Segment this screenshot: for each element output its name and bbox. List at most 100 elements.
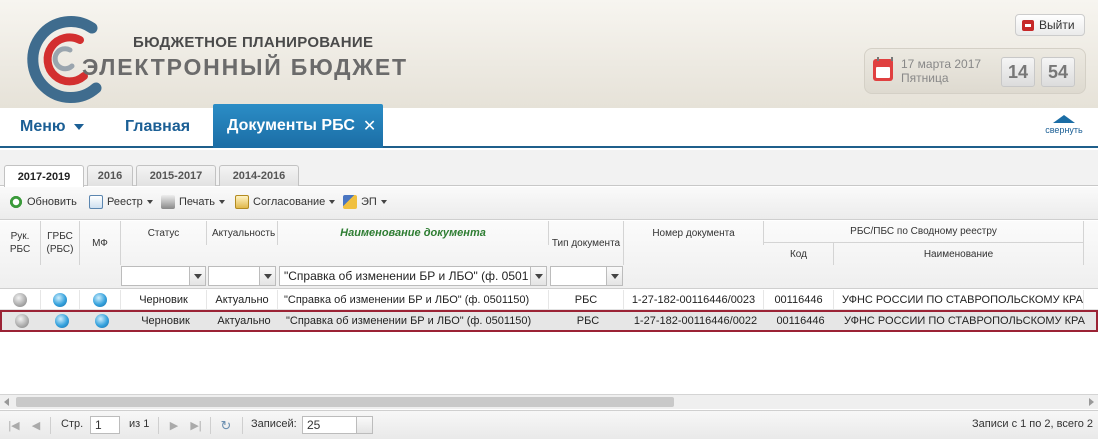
print-button[interactable]: Печать [161, 195, 226, 209]
page-input[interactable]: 1 [90, 416, 120, 434]
approval-label: Согласование [253, 196, 326, 208]
doc-type-filter[interactable] [550, 266, 623, 286]
status-dot-icon [13, 292, 27, 307]
first-page-icon[interactable]: |◀ [8, 420, 20, 432]
chevron-down-icon [146, 200, 153, 204]
page-count: из 1 [129, 418, 150, 430]
col-status[interactable]: Статус [121, 221, 207, 245]
records-label: Записей: [251, 418, 297, 430]
chevron-down-icon[interactable] [530, 267, 546, 285]
chevron-up-icon [1053, 115, 1075, 123]
col-doc-name[interactable]: Наименование документа [278, 221, 549, 245]
chevron-down-icon[interactable] [606, 267, 622, 285]
status-dot-icon [55, 314, 69, 328]
scroll-left-icon[interactable] [4, 398, 9, 406]
status-dot-icon [15, 314, 29, 328]
nav-home[interactable]: Главная [125, 118, 190, 136]
doc-name-filter[interactable]: "Справка об изменении БР и ЛБО" (ф. 0501 [279, 266, 547, 286]
col-group-rbs-pbs: РБС/ПБС по Сводному реестру [764, 221, 1084, 243]
horizontal-scrollbar[interactable] [0, 394, 1098, 409]
logout-button[interactable]: Выйти [1015, 14, 1085, 36]
cell-status: Черновик [121, 290, 207, 309]
approval-icon [235, 195, 249, 209]
registry-button[interactable]: Реестр [89, 195, 153, 209]
tab-documents-rbs[interactable]: Документы РБС ✕ [213, 104, 383, 148]
print-label: Печать [179, 196, 216, 208]
collapse-label: свернуть [1045, 125, 1083, 135]
page-size-select[interactable]: 25 [302, 416, 373, 434]
status-filter[interactable] [121, 266, 206, 286]
brand-subtitle: БЮДЖЕТНОЕ ПЛАНИРОВАНИЕ [133, 34, 374, 51]
cell-doc-number: 1-27-182-00116446/0023 [624, 290, 764, 309]
brand-title: ЭЛЕКТРОННЫЙ БЮДЖЕТ [82, 54, 408, 80]
logout-label: Выйти [1039, 18, 1075, 32]
cell-doc-name: "Справка об изменении БР и ЛБО" (ф. 0501… [280, 312, 551, 330]
cell-name: УФНС РОССИИ ПО СТАВРОПОЛЬСКОМУ КРАЮ [836, 312, 1086, 330]
calendar-icon [873, 57, 893, 81]
chevron-down-icon [219, 200, 226, 204]
cell-doc-name: "Справка об изменении БР и ЛБО" (ф. 0501… [278, 290, 549, 309]
table-row-selected[interactable]: Черновик Актуально "Справка об изменении… [0, 310, 1098, 332]
status-dot-icon [93, 292, 107, 307]
col-grbs[interactable]: ГРБС (РБС) [41, 221, 80, 265]
ep-label: ЭП [361, 196, 377, 208]
last-page-icon[interactable]: ▶| [190, 420, 202, 432]
chevron-down-icon [329, 200, 336, 204]
logout-icon [1022, 19, 1034, 31]
scrollbar-thumb[interactable] [16, 397, 674, 407]
doc-name-filter-value: "Справка об изменении БР и ЛБО" (ф. 0501 [284, 269, 529, 283]
chevron-down-icon[interactable] [356, 417, 372, 433]
refresh-label: Обновить [27, 196, 77, 208]
cell-code: 00116446 [766, 312, 836, 330]
chevron-down-icon[interactable] [259, 267, 275, 285]
app-header: БЮДЖЕТНОЕ ПЛАНИРОВАНИЕ ЭЛЕКТРОННЫЙ БЮДЖЕ… [0, 0, 1098, 108]
approval-button[interactable]: Согласование [235, 195, 336, 209]
tab-documents-rbs-label: Документы РБС [227, 117, 355, 134]
tab-period-2014-2016[interactable]: 2014-2016 [219, 165, 299, 186]
current-weekday: Пятница [901, 71, 949, 85]
col-ruk-rbs[interactable]: Рук. РБС [0, 221, 41, 265]
page-label: Стр. [61, 418, 84, 430]
chevron-down-icon[interactable] [189, 267, 205, 285]
nav-menu[interactable]: Меню [20, 118, 84, 136]
ep-button[interactable]: ЭП [343, 195, 387, 209]
records-summary: Записи с 1 по 2, всего 2 [972, 418, 1094, 430]
col-actuality[interactable]: Актуальность [207, 221, 278, 245]
table-row[interactable]: Черновик Актуально "Справка об изменении… [0, 290, 1098, 310]
tab-period-2015-2017[interactable]: 2015-2017 [136, 165, 216, 186]
status-dot-icon [95, 314, 109, 328]
prev-page-icon[interactable]: ◀ [30, 420, 42, 432]
close-icon[interactable]: ✕ [363, 116, 376, 136]
printer-icon [161, 195, 175, 209]
signature-icon [343, 195, 357, 209]
pagination-bar: |◀ ◀ Стр. 1 из 1 ▶ ▶| ↻ Записей: 25 Запи… [0, 410, 1098, 439]
refresh-button[interactable]: Обновить [9, 195, 77, 209]
col-doc-number[interactable]: Номер документа [624, 221, 764, 245]
page-size-value: 25 [307, 418, 321, 432]
refresh-icon[interactable]: ↻ [220, 419, 232, 432]
cell-doc-type: РБС [549, 290, 624, 309]
cell-name: УФНС РОССИИ ПО СТАВРОПОЛЬСКОМУ КРАЮ [834, 290, 1084, 309]
scroll-right-icon[interactable] [1089, 398, 1094, 406]
next-page-icon[interactable]: ▶ [168, 420, 180, 432]
col-doc-type[interactable]: Тип документа [549, 221, 624, 265]
col-name[interactable]: Наименование [834, 243, 1084, 265]
main-nav: Меню Главная [0, 108, 1098, 148]
tab-period-2016[interactable]: 2016 [87, 165, 133, 186]
col-code[interactable]: Код [764, 243, 834, 265]
status-dot-icon [53, 292, 67, 307]
col-mf[interactable]: МФ [80, 221, 121, 265]
current-date: 17 марта 2017 [901, 57, 982, 71]
collapse-button[interactable]: свернуть [1040, 115, 1088, 135]
cell-status: Черновик [123, 312, 209, 330]
refresh-icon [9, 195, 23, 209]
cell-doc-number: 1-27-182-00116446/0022 [626, 312, 766, 330]
tab-period-2017-2019[interactable]: 2017-2019 [4, 165, 84, 187]
clock-hours: 14 [1001, 57, 1035, 87]
actuality-filter[interactable] [208, 266, 276, 286]
cell-doc-type: РБС [551, 312, 626, 330]
nav-menu-label: Меню [20, 118, 66, 135]
cell-actuality: Актуально [209, 312, 280, 330]
grid-toolbar: Обновить Реестр Печать Согласование ЭП [0, 187, 1098, 220]
clock-minutes: 54 [1041, 57, 1075, 87]
